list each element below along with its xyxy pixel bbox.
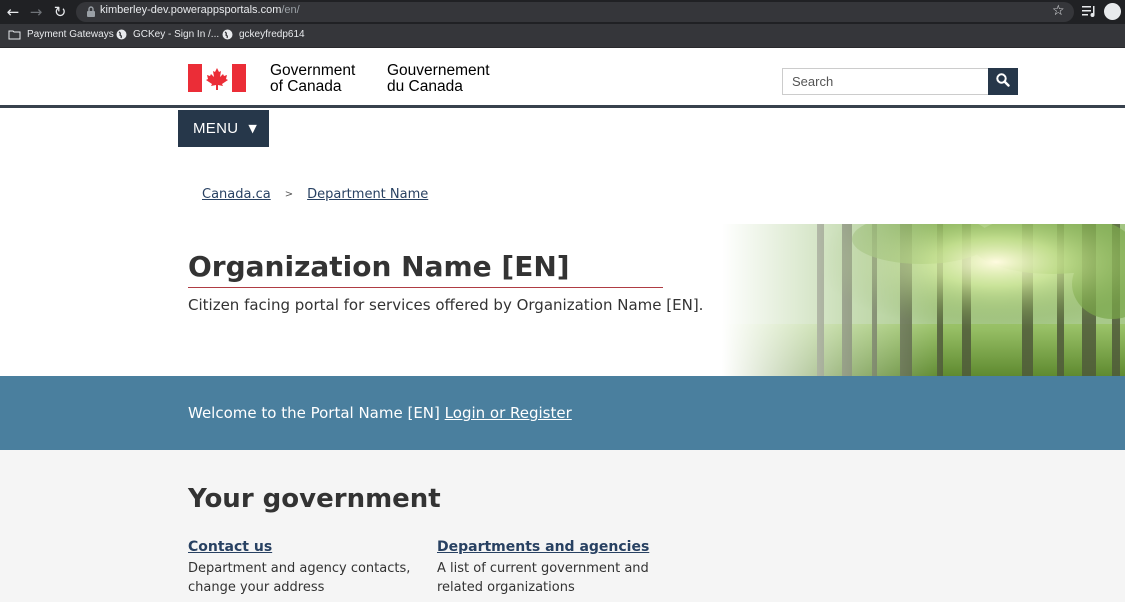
contact-us-description: Department and agency contacts, change y… [188, 560, 418, 597]
description-line: related organizations [437, 579, 575, 595]
gov-name-en[interactable]: Government of Canada [270, 63, 355, 95]
gov-name-en-line2: of Canada [270, 78, 342, 95]
forward-icon[interactable]: → [27, 3, 45, 21]
reload-icon[interactable]: ↻ [51, 3, 69, 21]
contact-us-link[interactable]: Contact us [188, 539, 272, 555]
lock-icon [87, 6, 95, 17]
search-icon [996, 73, 1010, 87]
login-register-link[interactable]: Login or Register [445, 404, 572, 422]
bookmark-label: gckeyfredp614 [239, 29, 305, 40]
globe-icon [116, 29, 127, 40]
gov-name-en-line1: Government [270, 62, 356, 79]
playlist-icon[interactable] [1081, 3, 1097, 19]
description-line: change your address [188, 579, 325, 595]
url-text[interactable]: kimberley-dev.powerappsportals.com/en/ [100, 4, 300, 16]
breadcrumb-department-name[interactable]: Department Name [307, 187, 428, 202]
bookmark-payment-gateways[interactable]: Payment Gateways [8, 29, 114, 40]
breadcrumb-separator: > [284, 189, 294, 200]
bookmark-label: Payment Gateways [27, 29, 114, 40]
departments-agencies-description: A list of current government and related… [437, 560, 667, 597]
page-description: Citizen facing portal for services offer… [188, 296, 704, 314]
welcome-text: Welcome to the Portal Name [EN] [188, 404, 440, 422]
chevron-down-icon: ▼ [248, 122, 258, 135]
search-button[interactable] [988, 68, 1018, 95]
breadcrumb: Canada.ca > Department Name [202, 187, 428, 202]
page-title: Organization Name [EN] [188, 250, 570, 283]
gov-name-fr[interactable]: Gouvernement du Canada [387, 63, 490, 95]
search-input[interactable] [782, 68, 989, 95]
gov-name-fr-line1: Gouvernement [387, 62, 490, 79]
profile-icon[interactable] [1104, 3, 1121, 20]
section-title: Your government [188, 484, 441, 514]
globe-icon [222, 29, 233, 40]
welcome-message: Welcome to the Portal Name [EN] Login or… [188, 404, 572, 422]
menu-label: MENU [193, 120, 239, 137]
departments-agencies-link[interactable]: Departments and agencies [437, 539, 649, 555]
breadcrumb-canada-ca[interactable]: Canada.ca [202, 187, 271, 202]
site-header: Government of Canada Gouvernement du Can… [0, 48, 1125, 108]
maple-leaf-flag[interactable] [188, 64, 246, 92]
back-icon[interactable]: ← [4, 3, 22, 21]
star-icon[interactable]: ☆ [1052, 3, 1065, 19]
folder-icon [8, 30, 21, 40]
bookmarks-bar: Payment Gateways GCKey - Sign In /... gc… [0, 24, 1125, 48]
title-underline [188, 287, 663, 288]
menu-button[interactable]: MENU ▼ [178, 110, 269, 147]
bookmark-gckey-sign-in[interactable]: GCKey - Sign In /... [116, 29, 219, 40]
hero-forest-image [722, 224, 1125, 376]
description-line: Department and agency contacts, [188, 561, 411, 576]
browser-toolbar: ← → ↻ kimberley-dev.powerappsportals.com… [0, 0, 1125, 24]
gov-name-fr-line2: du Canada [387, 78, 463, 95]
bookmark-label: GCKey - Sign In /... [133, 29, 220, 40]
description-line: A list of current government and [437, 561, 649, 576]
bookmark-gckeyfredp614[interactable]: gckeyfredp614 [222, 29, 305, 40]
